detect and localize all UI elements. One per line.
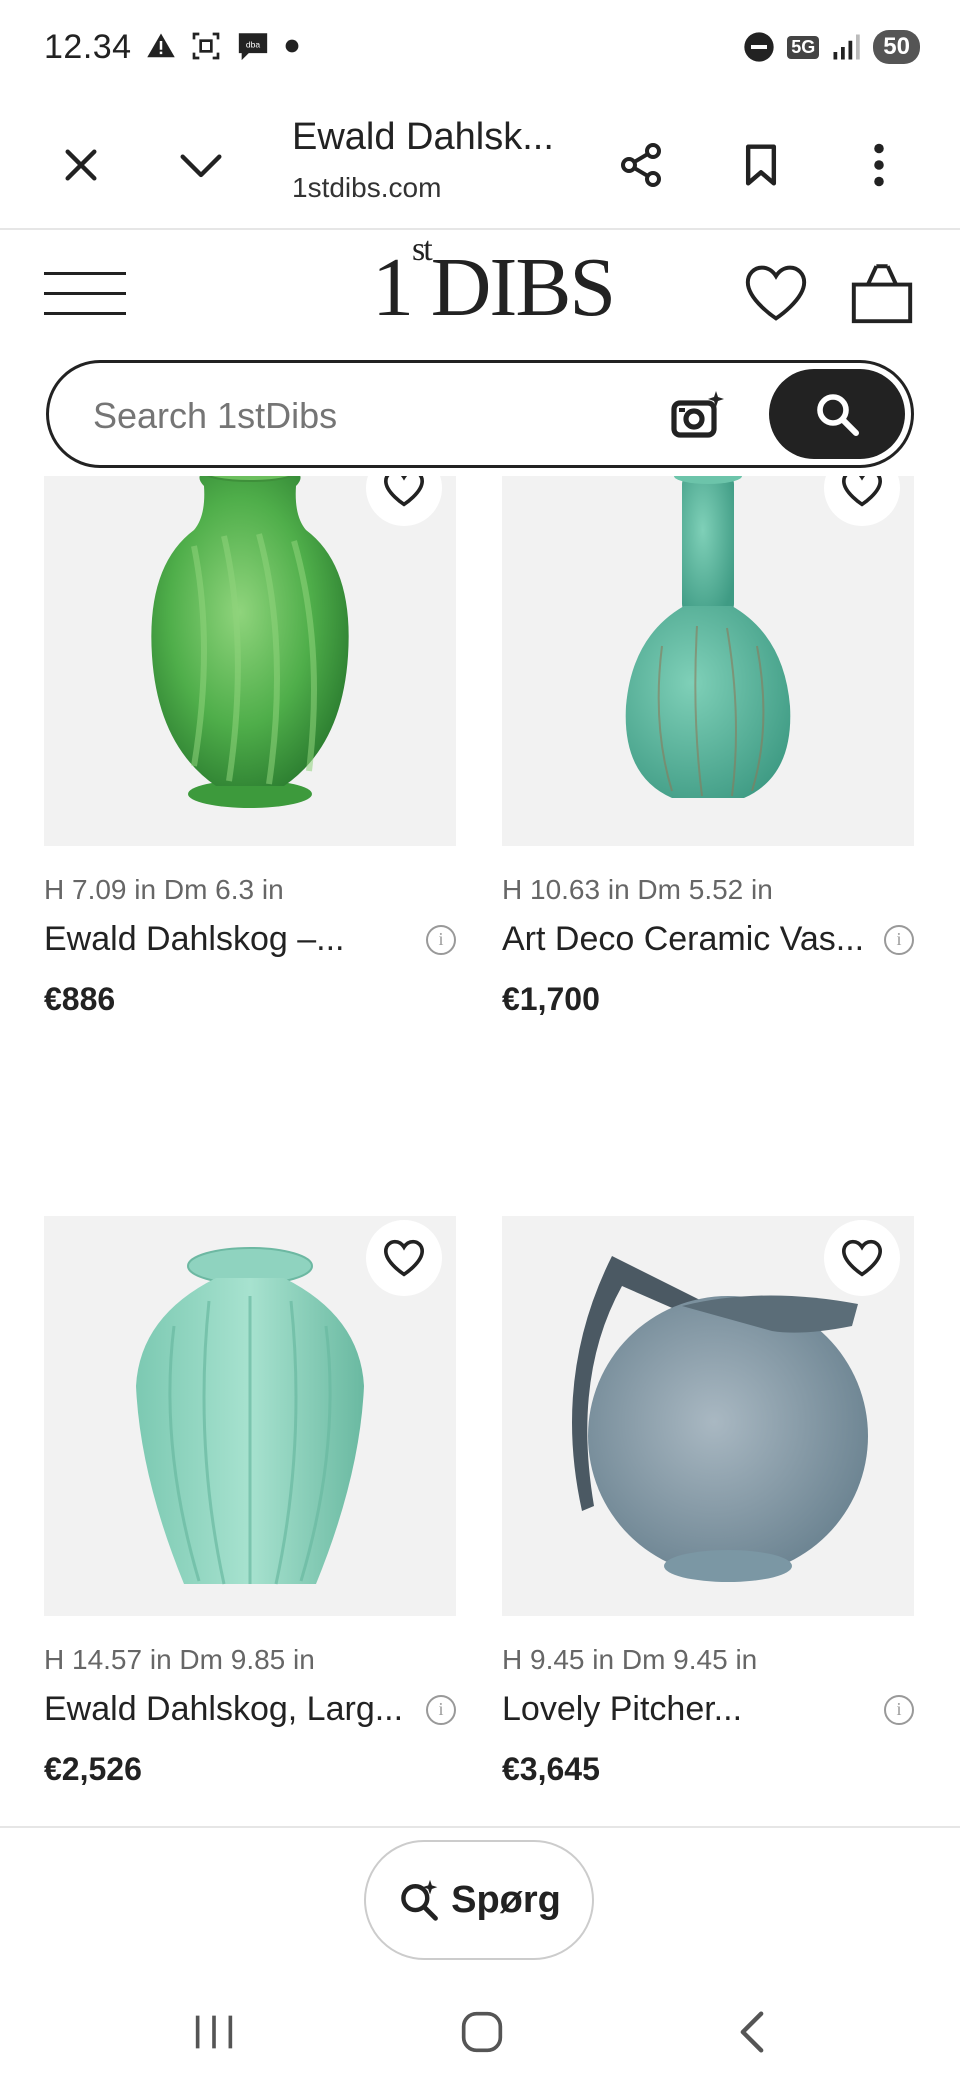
ask-button[interactable]: Spørg — [364, 1840, 594, 1960]
product-card[interactable]: H 7.09 in Dm 6.3 in Ewald Dahlskog –... … — [44, 476, 456, 1018]
status-time: 12.34 — [44, 28, 132, 66]
product-name-row: Ewald Dahlskog, Larg... i — [44, 1690, 456, 1729]
info-icon[interactable]: i — [426, 924, 456, 955]
favorites-button[interactable] — [742, 262, 810, 329]
svg-text:dba: dba — [246, 39, 260, 49]
info-icon[interactable]: i — [426, 1694, 456, 1725]
product-image[interactable] — [44, 476, 456, 846]
visual-search-button[interactable] — [669, 389, 727, 446]
product-dimensions: H 7.09 in Dm 6.3 in — [44, 874, 284, 905]
signal-icon — [833, 34, 861, 60]
bottom-area: Spørg — [0, 1826, 960, 2080]
warning-icon — [147, 33, 175, 58]
product-name[interactable]: Art Deco Ceramic Vas... — [502, 920, 864, 959]
bookmark-icon — [745, 144, 777, 186]
search-icon — [817, 394, 859, 436]
system-nav-bar — [0, 1990, 960, 2080]
browser-toolbar: Ewald Dahlsk... 1stdibs.com — [0, 100, 960, 230]
more-vertical-icon — [874, 143, 884, 187]
favorite-button[interactable] — [824, 1220, 900, 1296]
favorite-button[interactable] — [366, 1220, 442, 1296]
product-price: €886 — [44, 981, 116, 1017]
product-card[interactable]: H 10.63 in Dm 5.52 in Art Deco Ceramic V… — [502, 476, 914, 1018]
product-image[interactable] — [502, 476, 914, 846]
search-bar — [46, 360, 914, 468]
product-dimensions: H 10.63 in Dm 5.52 in — [502, 874, 773, 905]
heart-icon — [383, 476, 425, 507]
product-card[interactable]: H 14.57 in Dm 9.85 in Ewald Dahlskog, La… — [44, 1216, 456, 1788]
minimize-tab-button[interactable] — [166, 130, 236, 200]
product-image[interactable] — [502, 1216, 914, 1616]
share-icon — [621, 143, 661, 187]
product-name-row: Ewald Dahlskog –... i — [44, 920, 456, 959]
search-input[interactable] — [93, 395, 633, 437]
ai-search-icon — [401, 1879, 438, 1921]
hamburger-menu-icon — [44, 272, 126, 315]
status-icons-right: 5G 50 — [743, 30, 920, 64]
product-name[interactable]: Lovely Pitcher... — [502, 1690, 742, 1729]
menu-button[interactable] — [44, 272, 126, 321]
home-icon — [461, 2011, 503, 2053]
back-icon — [740, 2011, 764, 2053]
close-icon — [65, 149, 97, 181]
chevron-down-icon — [180, 154, 222, 178]
recent-apps-button[interactable] — [174, 2002, 254, 2062]
camera-sparkle-icon — [671, 391, 724, 438]
info-icon[interactable]: i — [884, 1694, 914, 1725]
product-price: €1,700 — [502, 981, 600, 1017]
recent-apps-icon — [195, 2015, 233, 2049]
product-name[interactable]: Ewald Dahlskog, Larg... — [44, 1690, 403, 1729]
more-options-button[interactable] — [844, 130, 914, 200]
product-price: €3,645 — [502, 1751, 600, 1787]
product-dimensions: H 14.57 in Dm 9.85 in — [44, 1644, 315, 1675]
back-button[interactable] — [712, 2002, 792, 2062]
notification-dot-icon — [285, 39, 299, 53]
product-image[interactable] — [44, 1216, 456, 1616]
product-card[interactable]: H 9.45 in Dm 9.45 in Lovely Pitcher... i… — [502, 1216, 914, 1788]
green-swirl-vase-image — [151, 476, 349, 808]
product-name[interactable]: Ewald Dahlskog –... — [44, 920, 345, 959]
dba-app-icon: dba — [238, 33, 268, 61]
share-button[interactable] — [606, 130, 676, 200]
heart-icon — [841, 1239, 883, 1277]
product-price: €2,526 — [44, 1751, 142, 1787]
do-not-disturb-icon — [744, 32, 774, 62]
close-tab-button[interactable] — [46, 130, 116, 200]
product-dimensions: H 9.45 in Dm 9.45 in — [502, 1644, 758, 1675]
shopping-bag-icon — [851, 264, 913, 324]
bookmark-button[interactable] — [726, 130, 796, 200]
turquoise-bottle-vase-image — [625, 476, 791, 798]
product-grid: H 7.09 in Dm 6.3 in Ewald Dahlskog –... … — [0, 476, 960, 1828]
heart-icon — [745, 265, 807, 321]
cart-button[interactable] — [848, 262, 916, 329]
network-type: 5G — [787, 35, 820, 59]
screenshot-icon — [192, 32, 220, 60]
heart-icon — [383, 1239, 425, 1277]
page-title: Ewald Dahlsk... — [292, 116, 554, 158]
product-name-row: Art Deco Ceramic Vas... i — [502, 920, 914, 959]
home-button[interactable] — [442, 2002, 522, 2062]
search-button[interactable] — [769, 369, 905, 459]
page-url[interactable]: 1stdibs.com — [292, 172, 441, 204]
status-bar: 12.34 dba 5G 50 — [0, 0, 960, 100]
battery-indicator: 50 — [873, 30, 920, 64]
product-name-row: Lovely Pitcher... i — [502, 1690, 914, 1729]
info-icon[interactable]: i — [884, 924, 914, 955]
status-icons-left: dba — [146, 30, 300, 62]
ask-button-label: Spørg — [451, 1878, 561, 1921]
site-header: 1stDIBS — [0, 232, 960, 352]
site-logo[interactable]: 1stDIBS — [372, 233, 616, 330]
heart-icon — [841, 476, 883, 507]
